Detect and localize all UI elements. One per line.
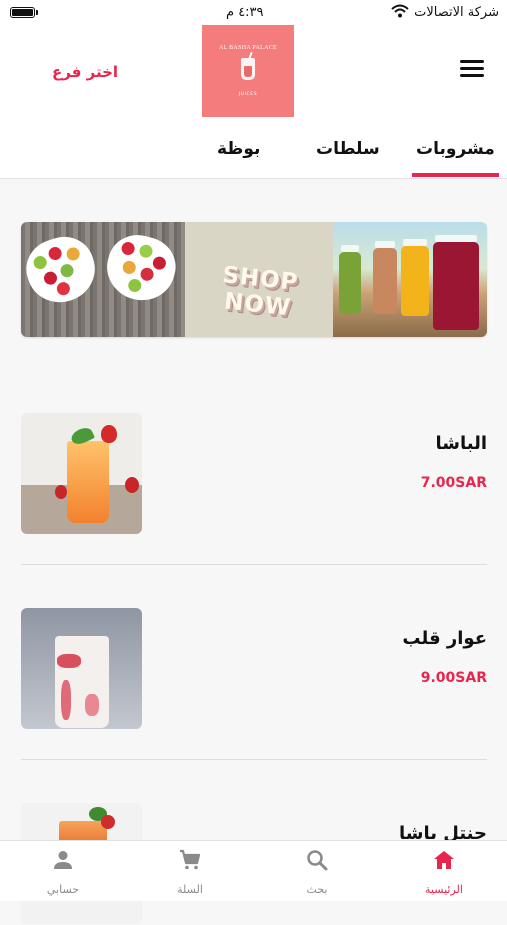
- fruit-bowl-left: [21, 229, 104, 311]
- carrier-name: شركة الاتصالات: [414, 5, 499, 20]
- search-icon: [307, 850, 328, 871]
- brand-logo[interactable]: AL BASHA PALACE JUICES: [202, 25, 294, 117]
- tab-salads[interactable]: سلطات: [316, 139, 380, 159]
- logo-subtitle: JUICES: [238, 92, 258, 97]
- banner-text-panel: SHOP NOW: [185, 222, 333, 337]
- orange-juice-jar: [401, 239, 429, 316]
- logo-cup-icon: [241, 58, 255, 80]
- list-divider: [21, 759, 487, 760]
- battery-tip: [36, 10, 38, 15]
- list-divider: [21, 564, 487, 565]
- nav-home-label: الرئيسية: [425, 883, 463, 896]
- pink-juice-jar: [373, 241, 397, 314]
- bottom-navigation: الرئيسية بحث السلة حسابي: [0, 840, 507, 901]
- battery-icon: [10, 7, 35, 18]
- product-name: عوار قلب: [402, 628, 487, 649]
- nav-account[interactable]: حسابي: [0, 841, 126, 901]
- nav-account-label: حسابي: [46, 883, 80, 896]
- banner-shop-now-text: SHOP NOW: [221, 262, 300, 322]
- nav-cart-label: السلة: [177, 883, 203, 896]
- fruit-bowl-right: [99, 228, 183, 308]
- product-image: [21, 608, 142, 729]
- product-price: 7.00SAR: [420, 475, 487, 491]
- nav-search[interactable]: بحث: [254, 841, 380, 901]
- product-price: 9.00SAR: [420, 670, 487, 686]
- tab-ice-cream[interactable]: بوظة: [217, 139, 260, 159]
- logo-name: AL BASHA PALACE: [218, 45, 278, 51]
- category-tabs: مشروبات سلطات بوظة: [0, 132, 507, 178]
- banner-fruit-image: [21, 222, 185, 337]
- tab-drinks[interactable]: مشروبات: [412, 139, 499, 177]
- nav-cart[interactable]: السلة: [127, 841, 253, 901]
- nav-home[interactable]: الرئيسية: [381, 841, 507, 901]
- wifi-icon: [391, 4, 409, 18]
- red-juice-jar: [433, 235, 479, 330]
- choose-branch-button[interactable]: اختر فرع: [52, 63, 118, 81]
- product-name: الباشا: [435, 433, 488, 454]
- product-card[interactable]: الباشا 7.00SAR: [21, 413, 487, 535]
- promo-banner[interactable]: SHOP NOW: [21, 222, 487, 337]
- green-juice-jar: [339, 245, 361, 314]
- app-header: ٤:٣٩ م شركة الاتصالات اختر فرع AL BASHA …: [0, 0, 507, 178]
- header-divider: [0, 178, 507, 179]
- status-bar: ٤:٣٩ م شركة الاتصالات: [0, 0, 507, 28]
- hamburger-icon[interactable]: [460, 60, 484, 80]
- banner-juice-image: [333, 222, 487, 337]
- person-icon: [54, 851, 72, 869]
- status-time: ٤:٣٩ م: [226, 5, 264, 20]
- home-icon: [434, 851, 454, 869]
- product-image: [21, 413, 142, 534]
- product-card[interactable]: عوار قلب 9.00SAR: [21, 608, 487, 730]
- cart-icon: [180, 849, 201, 870]
- nav-search-label: بحث: [306, 883, 328, 896]
